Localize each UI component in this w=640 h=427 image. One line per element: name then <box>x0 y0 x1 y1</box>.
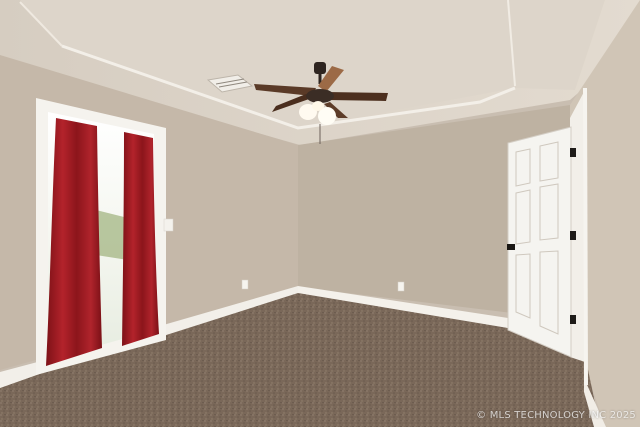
door-handle <box>507 244 515 250</box>
room-photo: © MLS TECHNOLOGY INC 2025 <box>0 0 640 427</box>
photo-watermark: © MLS TECHNOLOGY INC 2025 <box>476 410 636 421</box>
room-illustration <box>0 0 640 427</box>
power-outlet-icon <box>397 281 405 292</box>
light-switch <box>163 218 174 232</box>
power-outlet-icon <box>241 279 249 290</box>
curtain-left <box>46 118 102 366</box>
